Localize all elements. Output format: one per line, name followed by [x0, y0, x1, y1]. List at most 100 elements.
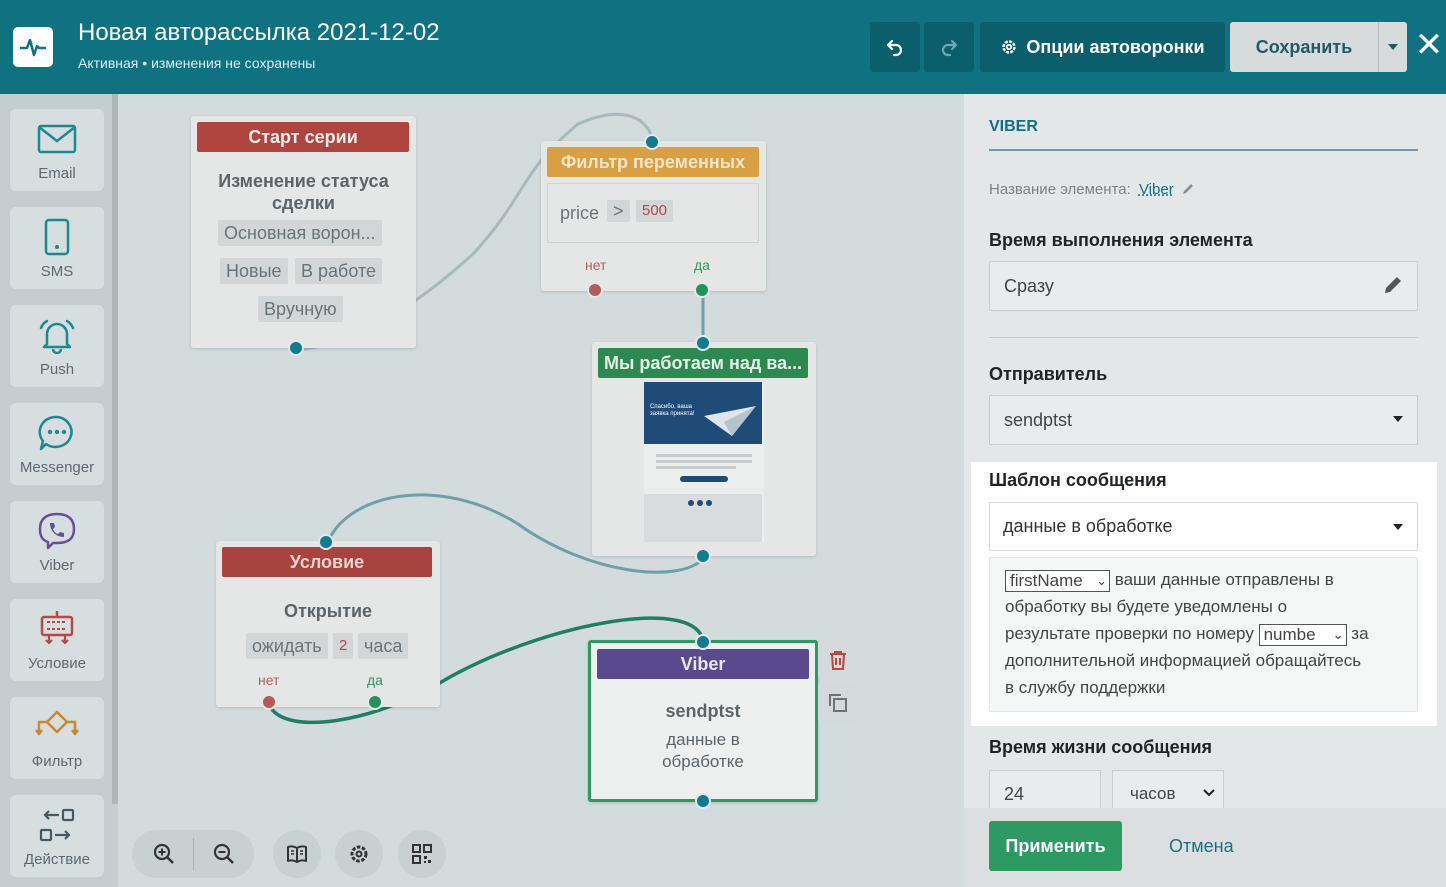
toolbox-label: Фильтр [31, 753, 83, 770]
filter-yes-port[interactable] [694, 282, 710, 298]
toolbox-item-filter[interactable]: Фильтр [10, 697, 104, 779]
cancel-button[interactable]: Отмена [1169, 821, 1234, 871]
qr-code-icon [412, 844, 432, 864]
email-node[interactable]: Мы работаем над ва... Спасибо, ваша заяв… [592, 335, 816, 564]
condition-input-port[interactable] [318, 534, 334, 550]
redo-icon [941, 39, 958, 57]
start-node[interactable]: Старт серии Изменение статуса сделки Осн… [191, 116, 416, 356]
caret-down-icon [1393, 416, 1403, 422]
toolbox-label: Messenger [19, 459, 95, 476]
help-book-button[interactable] [273, 830, 321, 878]
zoom-out-button[interactable] [194, 830, 254, 878]
pencil-icon[interactable] [1383, 275, 1403, 295]
filter-node[interactable]: Фильтр переменных price > 500 нет да [541, 134, 766, 298]
toolbox-label: Push [39, 361, 75, 378]
filter-no-label: нет [585, 257, 607, 273]
section-divider [989, 337, 1418, 338]
save-options-dropdown[interactable] [1378, 22, 1407, 72]
app-logo-icon[interactable] [13, 27, 53, 67]
element-name-label: Название элемента: [989, 181, 1131, 198]
gear-icon [350, 845, 368, 863]
qr-code-button[interactable] [398, 830, 446, 878]
condition-yes-port[interactable] [367, 694, 383, 710]
filter-no-port[interactable] [587, 282, 603, 298]
copy-node-button[interactable] [818, 683, 858, 723]
ttl-unit-select[interactable]: часов [1112, 770, 1224, 810]
viber-node[interactable]: Viber sendptst данные в обработке [588, 634, 818, 809]
page-title: Новая авторассылка 2021-12-02 [78, 19, 440, 46]
start-output-port[interactable] [288, 340, 304, 356]
condition-icon [10, 607, 104, 651]
zoom-in-icon [153, 843, 174, 864]
element-toolbox: Email SMS Push Messenger Viber Условие Ф… [0, 94, 118, 887]
status-label: Активная [78, 55, 139, 71]
condition-title: Открытие [283, 601, 373, 621]
template-section-highlight: Шаблон сообщения данные в обработке firs… [971, 462, 1437, 726]
message-preview: firstName ⌄ ваши данные отправлены в обра… [989, 557, 1418, 712]
execution-time-field[interactable]: Сразу [989, 261, 1418, 311]
envelope-icon [10, 117, 104, 161]
toolbox-item-push[interactable]: Push [10, 305, 104, 387]
caret-down-icon [1388, 44, 1398, 50]
message-text: в службу поддержки [1005, 678, 1166, 697]
execution-time-label: Время выполнения элемента [989, 230, 1253, 250]
undo-button[interactable] [870, 22, 920, 72]
funnel-canvas[interactable]: Старт серии Изменение статуса сделки Осн… [118, 94, 964, 887]
close-button[interactable]: ✕ [1414, 28, 1444, 62]
toolbox-item-action[interactable]: Действие [10, 795, 104, 877]
filter-input-port[interactable] [644, 134, 660, 150]
email-node-header: Мы работаем над ва... [598, 348, 808, 378]
toolbox-item-viber[interactable]: Viber [10, 501, 104, 583]
condition-node[interactable]: Условие Открытие ожидать 2 часа нет да [216, 534, 440, 710]
sender-value: sendptst [1004, 410, 1073, 430]
chat-icon [10, 411, 104, 455]
filter-value: 500 [636, 200, 674, 222]
email-input-port[interactable] [695, 335, 711, 351]
redo-button[interactable] [924, 22, 974, 72]
filter-var: price [560, 203, 600, 223]
stage-to-tag: В работе [295, 258, 383, 284]
element-name-value[interactable]: Viber [1139, 181, 1174, 198]
toolbox-label: Email [38, 165, 76, 182]
message-text: результате проверки по номеру [1005, 624, 1254, 643]
book-icon [287, 845, 307, 863]
variable-select-number[interactable]: numbe ⌄ [1258, 623, 1347, 646]
filter-node-header: Фильтр переменных [547, 147, 759, 177]
toolbox-item-condition[interactable]: Условие [10, 599, 104, 681]
toolbox-label: Viber [39, 557, 75, 574]
email-preview-button [680, 476, 728, 482]
pencil-icon[interactable] [1181, 182, 1195, 196]
toolbox-item-email[interactable]: Email [10, 109, 104, 191]
template-select[interactable]: данные в обработке [989, 502, 1418, 551]
top-bar: Новая авторассылка 2021-12-02 Активная •… [0, 0, 1446, 94]
variable-select-firstname[interactable]: firstName ⌄ [1005, 569, 1110, 592]
template-label: Шаблон сообщения [989, 470, 1167, 490]
canvas-settings-button[interactable] [335, 830, 383, 878]
save-button[interactable]: Сохранить [1230, 22, 1378, 72]
toolbox-label: SMS [40, 263, 74, 280]
zoom-in-button[interactable] [134, 830, 194, 878]
mode-tag: Вручную [258, 296, 343, 322]
viber-input-port[interactable] [695, 634, 711, 650]
toolbox-item-sms[interactable]: SMS [10, 207, 104, 289]
wait-tag: ожидать [246, 633, 328, 659]
funnel-options-button[interactable]: Опции автоворонки [980, 22, 1225, 72]
action-icon [10, 803, 104, 847]
apply-button[interactable]: Применить [989, 821, 1122, 871]
unsaved-note: изменения не сохранены [151, 55, 316, 71]
ttl-value-input[interactable]: 24 [989, 770, 1101, 810]
panel-footer: Применить Отмена [964, 808, 1446, 887]
filter-icon [10, 705, 104, 749]
sender-select[interactable]: sendptst [989, 395, 1418, 445]
wait-amount-tag: 2 [333, 633, 354, 659]
viber-output-port[interactable] [695, 793, 711, 809]
delete-node-button[interactable] [818, 640, 858, 680]
pipeline-tag: Основная ворон... [218, 220, 382, 246]
email-output-port[interactable] [695, 548, 711, 564]
toolbox-item-messenger[interactable]: Messenger [10, 403, 104, 485]
caret-down-icon [1393, 524, 1403, 530]
trash-icon [830, 651, 846, 670]
condition-no-port[interactable] [261, 694, 277, 710]
email-preview-banner-text: Спасибо, ваша заявка принята! [650, 404, 695, 417]
funnel-options-label: Опции автоворонки [1026, 36, 1205, 57]
